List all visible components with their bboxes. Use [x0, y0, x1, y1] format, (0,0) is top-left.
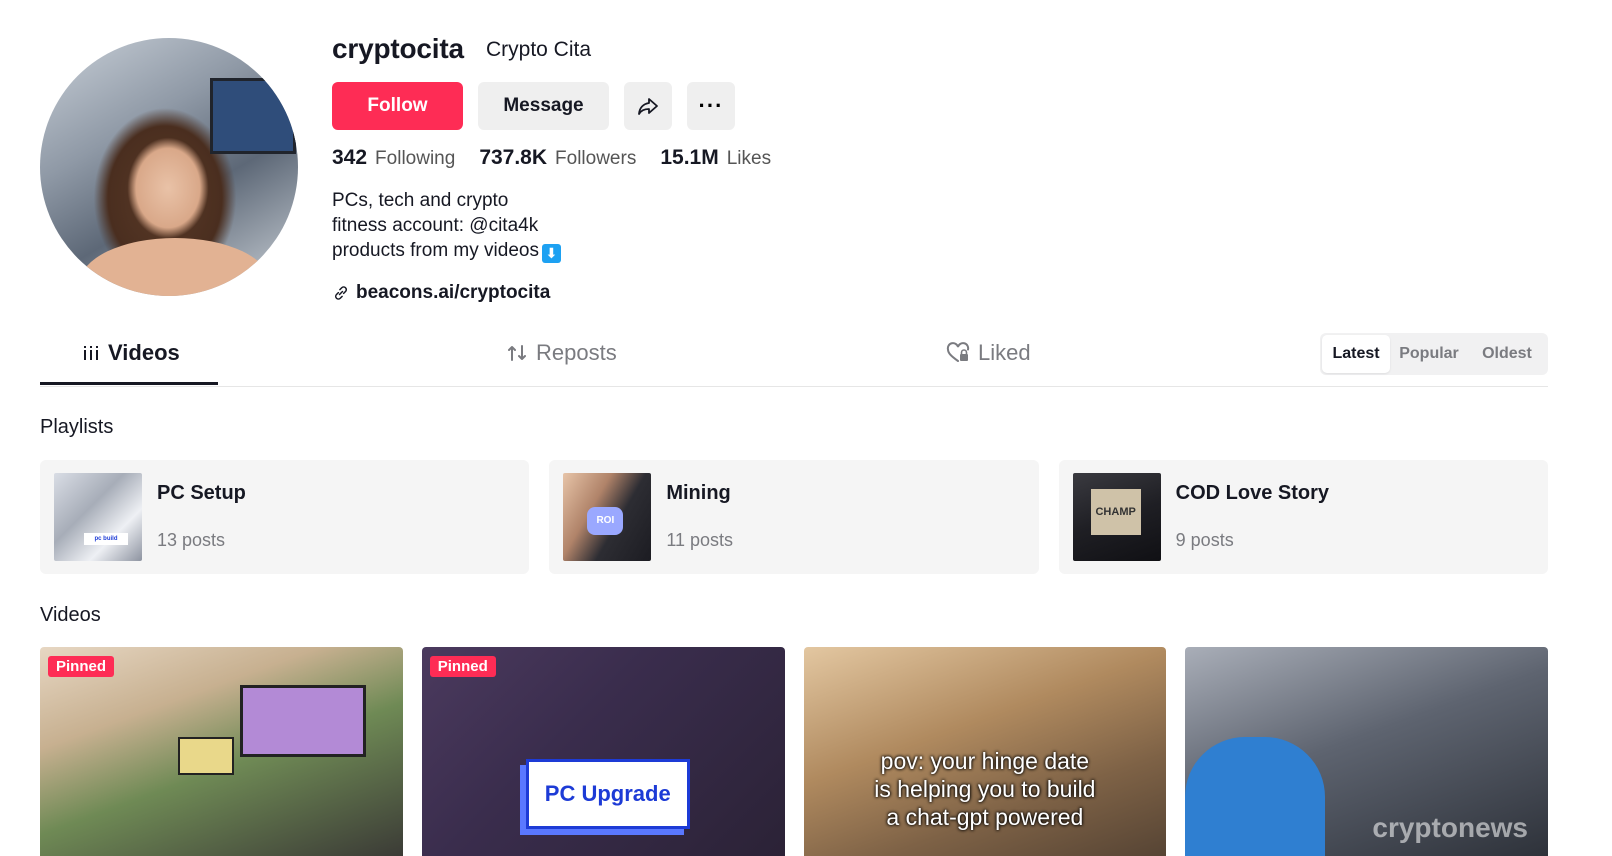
link-icon [334, 286, 348, 300]
video-thumb-laptop [178, 737, 234, 775]
playlist-count: 9 posts [1175, 530, 1234, 550]
heart-lock-icon [946, 342, 970, 362]
follow-button[interactable]: Follow [332, 82, 463, 130]
likes-stat: 15.1M Likes [660, 146, 771, 170]
playlist-title: COD Love Story [1175, 482, 1330, 504]
tab-videos-label: Videos [108, 340, 180, 365]
share-icon [638, 98, 658, 115]
video-card[interactable]: cryptonews [1185, 647, 1548, 856]
playlist-title: PC Setup [157, 482, 246, 504]
following-label: Following [375, 148, 456, 169]
sort-popular[interactable]: Popular [1390, 335, 1468, 373]
playlist-thumb-label: ROI [587, 507, 624, 535]
playlist-card[interactable]: CHAMP COD Love Story 9 posts [1058, 460, 1548, 574]
video-grid: Pinned Pinned PC Upgrade pov: your hinge… [40, 647, 1548, 856]
bio-line: fitness account: @cita4k [332, 215, 539, 236]
video-card[interactable]: Pinned [40, 647, 403, 856]
video-caption-line: a chat-gpt powered [886, 804, 1084, 830]
profile-header: cryptocita Crypto Cita Follow Message ··… [40, 33, 1540, 308]
tab-liked-label: Liked [978, 340, 1031, 365]
video-thumb-monitor [240, 685, 366, 757]
avatar[interactable] [40, 38, 298, 296]
down-arrow-emoji-icon: ⬇ [541, 244, 561, 263]
tab-videos[interactable]: Videos [82, 340, 180, 366]
videos-heading: Videos [40, 604, 101, 626]
pinned-badge: Pinned [48, 656, 115, 677]
profile-link[interactable]: beacons.ai/cryptocita [332, 282, 550, 304]
sort-oldest[interactable]: Oldest [1468, 335, 1546, 373]
more-button[interactable]: ··· [687, 82, 735, 130]
playlists-row: pc build PC Setup 13 posts ROI Mining 11… [40, 460, 1548, 574]
likes-label: Likes [726, 148, 772, 169]
playlist-count: 11 posts [666, 530, 734, 550]
bio-line-text: products from my videos [332, 240, 539, 261]
video-caption-line: is helping you to build [874, 776, 1096, 802]
video-card[interactable]: pov: your hinge date is helping you to b… [803, 647, 1167, 856]
message-button[interactable]: Message [478, 82, 609, 130]
video-overlay-text: PC Upgrade [525, 759, 690, 829]
avatar-monitor [210, 78, 296, 154]
bio-line: PCs, tech and crypto [332, 190, 509, 211]
video-watermark: cryptonews [1372, 812, 1528, 843]
sort-toggle: Latest Popular Oldest [1320, 333, 1548, 375]
active-tab-indicator [40, 382, 218, 385]
playlist-thumbnail: pc build [54, 473, 142, 561]
playlist-thumb-label: pc build [84, 533, 128, 545]
video-caption: pov: your hinge date is helping you to b… [804, 747, 1167, 831]
video-thumb-person [1185, 737, 1326, 856]
repost-icon [508, 345, 526, 361]
avatar-shoulder [80, 238, 270, 296]
following-stat[interactable]: 342 Following [332, 146, 455, 170]
sort-latest[interactable]: Latest [1322, 335, 1390, 373]
followers-label: Followers [555, 148, 637, 169]
followers-stat[interactable]: 737.8K Followers [479, 146, 636, 170]
playlist-count: 13 posts [157, 530, 226, 550]
playlist-title: Mining [666, 482, 731, 504]
playlist-thumb-label: CHAMP [1090, 489, 1141, 535]
profile-stats: 342 Following 737.8K Followers 15.1M Likes [332, 146, 771, 170]
pinned-badge: Pinned [429, 656, 496, 677]
tab-reposts[interactable]: Reposts [506, 340, 617, 366]
tab-liked[interactable]: Liked [946, 340, 1031, 366]
share-button[interactable] [624, 82, 672, 130]
grid-icon [84, 346, 98, 360]
tab-reposts-label: Reposts [536, 340, 617, 365]
username: cryptocita [332, 33, 464, 64]
bio: PCs, tech and crypto fitness account: @c… [332, 188, 561, 263]
bio-line: products from my videos ⬇ [332, 238, 561, 263]
playlist-thumbnail: CHAMP [1072, 473, 1161, 561]
display-name: Crypto Cita [486, 38, 592, 61]
playlists-heading: Playlists [40, 416, 114, 438]
profile-link-text: beacons.ai/cryptocita [356, 282, 551, 303]
playlist-card[interactable]: pc build PC Setup 13 posts [40, 460, 530, 574]
likes-count: 15.1M [660, 146, 719, 169]
following-count: 342 [332, 146, 368, 169]
followers-count: 737.8K [479, 146, 548, 169]
profile-tabs: Videos Reposts Liked Latest Popular Olde… [40, 330, 1548, 387]
video-card[interactable]: Pinned PC Upgrade [421, 647, 785, 856]
video-caption-line: pov: your hinge date [880, 748, 1090, 774]
playlist-card[interactable]: ROI Mining 11 posts [549, 460, 1039, 574]
playlist-thumbnail: ROI [563, 473, 652, 561]
